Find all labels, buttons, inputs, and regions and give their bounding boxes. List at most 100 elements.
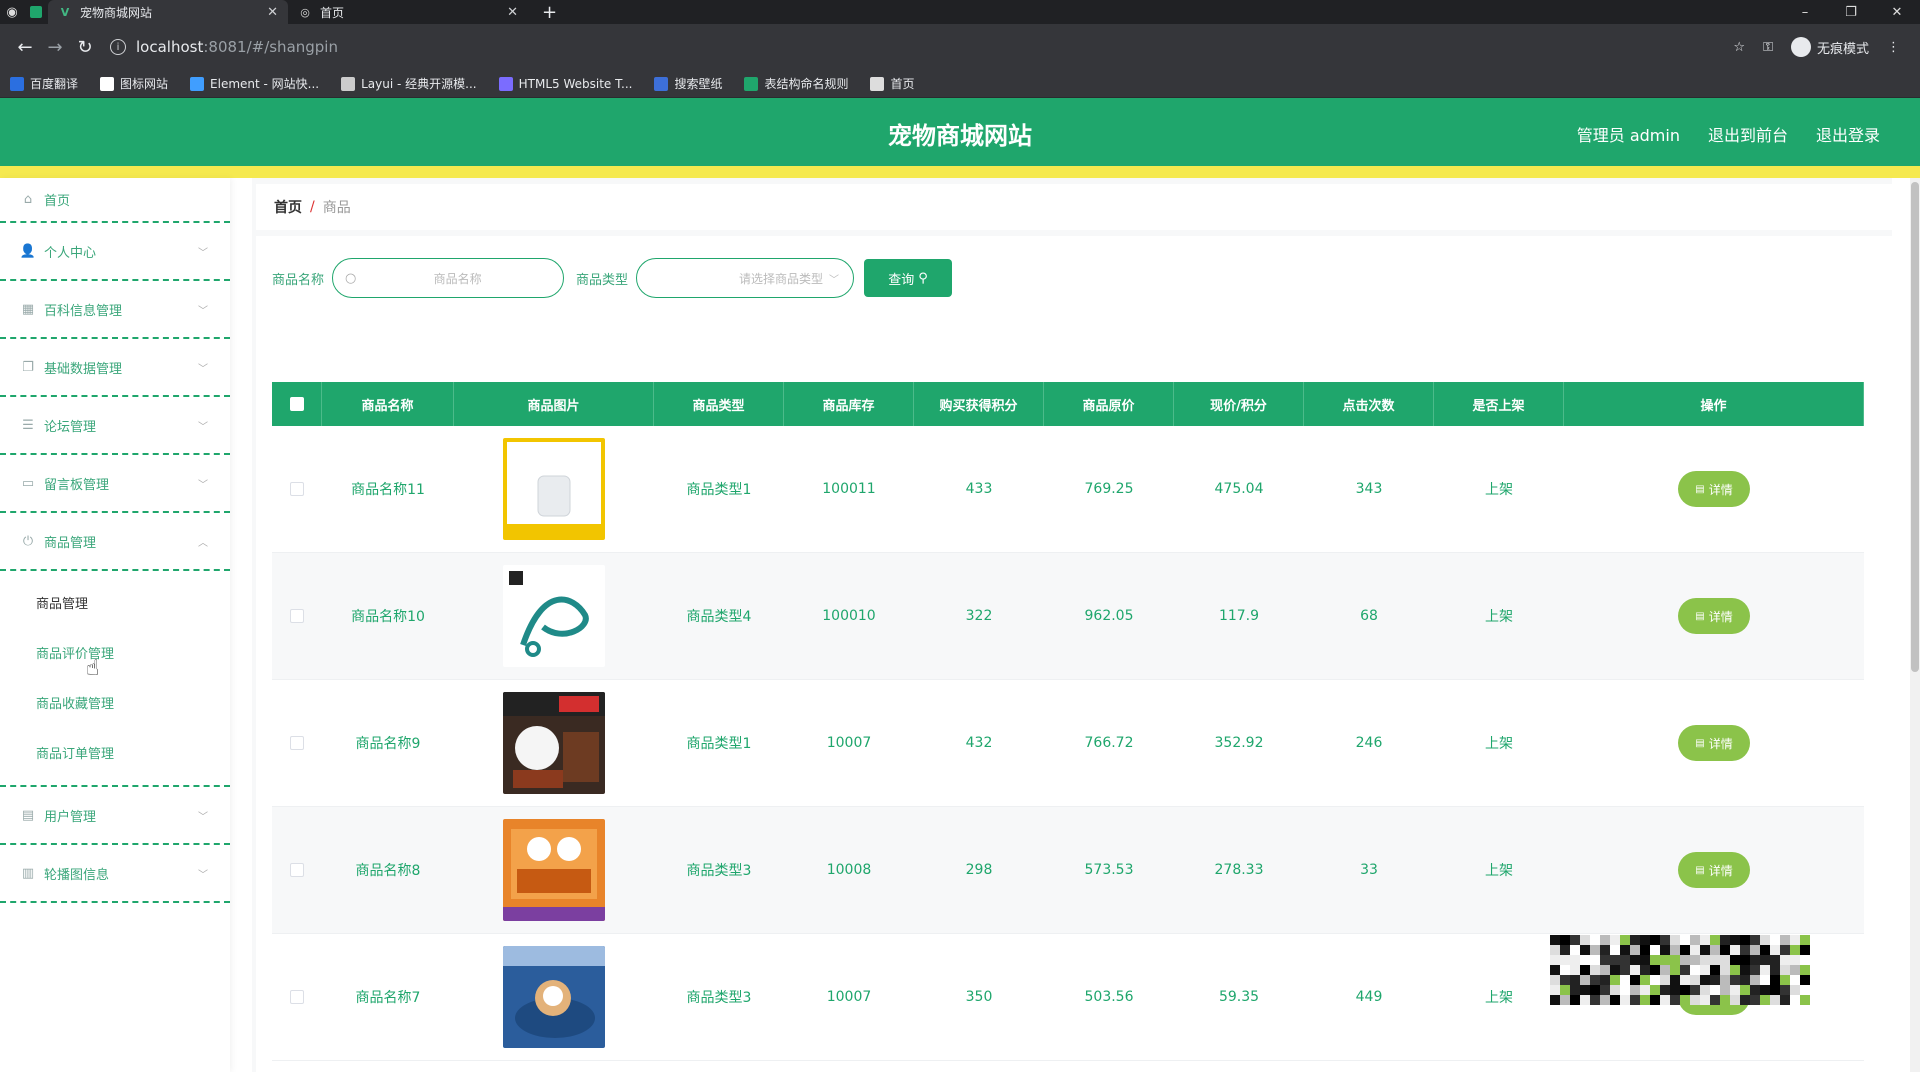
- detail-button[interactable]: ▤详情: [1678, 852, 1750, 888]
- globe-icon: ◎: [300, 5, 310, 19]
- bookmark-item[interactable]: 百度翻译: [10, 75, 78, 92]
- scrollbar-thumb[interactable]: [1911, 182, 1919, 672]
- column-header: 点击次数: [1304, 382, 1434, 426]
- mosaic-block: [1630, 995, 1640, 1005]
- sidebar-item[interactable]: 👤 个人中心 ﹀: [0, 223, 230, 281]
- mosaic-block: [1610, 965, 1620, 975]
- sidebar-subitem[interactable]: 商品收藏管理: [0, 677, 230, 727]
- close-icon[interactable]: ✕: [507, 5, 518, 20]
- row-checkbox[interactable]: [290, 609, 304, 623]
- mosaic-block: [1790, 945, 1800, 955]
- bookmark-item[interactable]: 图标网站: [100, 75, 168, 92]
- sidebar-subitem[interactable]: 商品管理: [0, 577, 230, 627]
- dog-bed-product-image[interactable]: [503, 946, 605, 1048]
- back-to-frontend-link[interactable]: 退出到前台: [1708, 122, 1788, 146]
- row-checkbox[interactable]: [290, 736, 304, 750]
- briefcase-icon: ▤: [21, 807, 35, 823]
- goods-points-cell: 298: [965, 862, 993, 878]
- row-select-cell: [272, 553, 322, 679]
- vue-logo-icon: V: [60, 5, 70, 19]
- mosaic-block: [1700, 945, 1710, 955]
- key-icon[interactable]: ⚿: [1763, 40, 1773, 55]
- sidebar-item[interactable]: ▦ 百科信息管理 ﹀: [0, 281, 230, 339]
- dog-treats-product-image[interactable]: [503, 692, 605, 794]
- forward-icon[interactable]: →: [40, 37, 70, 58]
- bookmark-item[interactable]: Layui - 经典开源模...: [341, 75, 477, 92]
- tab-inactive[interactable]: ◎ 首页 ✕: [288, 0, 528, 24]
- sidebar-item[interactable]: ❐ 基础数据管理 ﹀: [0, 339, 230, 397]
- row-checkbox[interactable]: [290, 482, 304, 496]
- row-checkbox[interactable]: [290, 863, 304, 877]
- sidebar-item-label: 留言板管理: [44, 477, 110, 493]
- sidebar-item-home[interactable]: ⌂ 首页: [0, 178, 230, 223]
- mosaic-block: [1610, 995, 1620, 1005]
- restore-icon[interactable]: ❐: [1828, 0, 1874, 24]
- query-button[interactable]: 查询 ⚲: [864, 259, 953, 297]
- sidebar-item[interactable]: ☰ 论坛管理 ﹀: [0, 397, 230, 455]
- url-host: localhost: [136, 38, 204, 56]
- mosaic-block: [1710, 965, 1720, 975]
- page-scrollbar[interactable]: [1910, 178, 1920, 1072]
- sidebar-subitem[interactable]: 商品评价管理: [0, 627, 230, 677]
- mosaic-block: [1610, 955, 1620, 965]
- sidebar-item[interactable]: ▤ 用户管理 ﹀: [0, 787, 230, 845]
- select-all-checkbox[interactable]: [289, 397, 304, 411]
- pinned-tab-icon[interactable]: [24, 0, 48, 24]
- bookmarks-bar: 百度翻译 图标网站 Element - 网站快... Layui - 经典开源模...…: [0, 70, 1920, 98]
- sidebar-subitem[interactable]: 商品订单管理: [0, 727, 230, 777]
- bookmark-item[interactable]: Element - 网站快...: [190, 75, 319, 92]
- sidebar-item[interactable]: ▭ 留言板管理 ﹀: [0, 455, 230, 513]
- goods-points-cell: 322: [965, 608, 993, 624]
- reload-icon[interactable]: ↻: [70, 37, 100, 58]
- bookmark-item[interactable]: HTML5 Website T...: [498, 76, 632, 91]
- mosaic-block: [1600, 935, 1610, 945]
- mosaic-block: [1770, 955, 1780, 965]
- minimize-icon[interactable]: –: [1782, 0, 1828, 24]
- browser-menu-icon[interactable]: ◉: [0, 0, 24, 24]
- back-icon[interactable]: ←: [10, 37, 40, 58]
- sidebar-item-goods[interactable]: ⏻ 商品管理 ︿: [0, 513, 230, 571]
- mosaic-block: [1560, 985, 1570, 995]
- mosaic-block: [1680, 965, 1690, 975]
- info-icon[interactable]: i: [110, 39, 126, 55]
- bookmark-favicon-icon: [744, 76, 759, 91]
- mosaic-block: [1700, 985, 1710, 995]
- mosaic-block: [1670, 945, 1680, 955]
- bookmark-label: Element - 网站快...: [210, 77, 320, 91]
- close-icon[interactable]: ✕: [267, 5, 278, 20]
- logout-link[interactable]: 退出登录: [1816, 122, 1880, 146]
- mosaic-block: [1650, 965, 1660, 975]
- bookmark-item[interactable]: 表结构命名规则: [744, 75, 848, 92]
- detail-button[interactable]: ▤详情: [1678, 471, 1750, 507]
- mosaic-block: [1660, 935, 1670, 945]
- row-checkbox[interactable]: [290, 990, 304, 1004]
- mosaic-block: [1670, 995, 1680, 1005]
- bookmark-item[interactable]: 首页: [870, 75, 915, 92]
- sidebar-item[interactable]: ▥ 轮播图信息 ﹀: [0, 845, 230, 903]
- table-row: 商品名称11 商品类型1 100011 433 769.25 475.04 343 上架 ▤ 详情: [272, 426, 1864, 553]
- tab-active[interactable]: V 宠物商城网站 ✕: [48, 0, 288, 24]
- jerky-product-image[interactable]: [503, 819, 605, 921]
- detail-button[interactable]: ▤详情: [1678, 725, 1750, 761]
- name-search-input[interactable]: ○ 商品名称: [332, 258, 565, 298]
- mosaic-block: [1610, 985, 1620, 995]
- close-window-icon[interactable]: ✕: [1874, 0, 1920, 24]
- type-select[interactable]: 请选择商品类型 ﹀: [636, 258, 855, 298]
- url-field[interactable]: i localhost:8081/#/shangpin: [110, 32, 1733, 62]
- breadcrumb-home[interactable]: 首页: [274, 197, 302, 217]
- star-icon[interactable]: ☆: [1733, 40, 1745, 55]
- leash-product-image[interactable]: [503, 565, 605, 667]
- mosaic-block: [1640, 965, 1650, 975]
- mosaic-block: [1550, 955, 1560, 965]
- litter-product-image[interactable]: [503, 438, 605, 540]
- detail-button[interactable]: ▤详情: [1678, 598, 1750, 634]
- mosaic-block: [1670, 955, 1680, 965]
- mosaic-block: [1580, 935, 1590, 945]
- search-bar: 商品名称 ○ 商品名称 商品类型 请选择商品类型 ﹀ 查询 ⚲: [272, 258, 953, 298]
- more-menu-icon[interactable]: ⋮: [1887, 40, 1900, 55]
- mosaic-block: [1720, 965, 1730, 975]
- incognito-indicator[interactable]: 无痕模式: [1790, 37, 1869, 57]
- sliders-icon: ☰: [22, 417, 34, 433]
- new-tab-icon[interactable]: +: [542, 2, 557, 23]
- bookmark-item[interactable]: 搜索壁纸: [654, 75, 722, 92]
